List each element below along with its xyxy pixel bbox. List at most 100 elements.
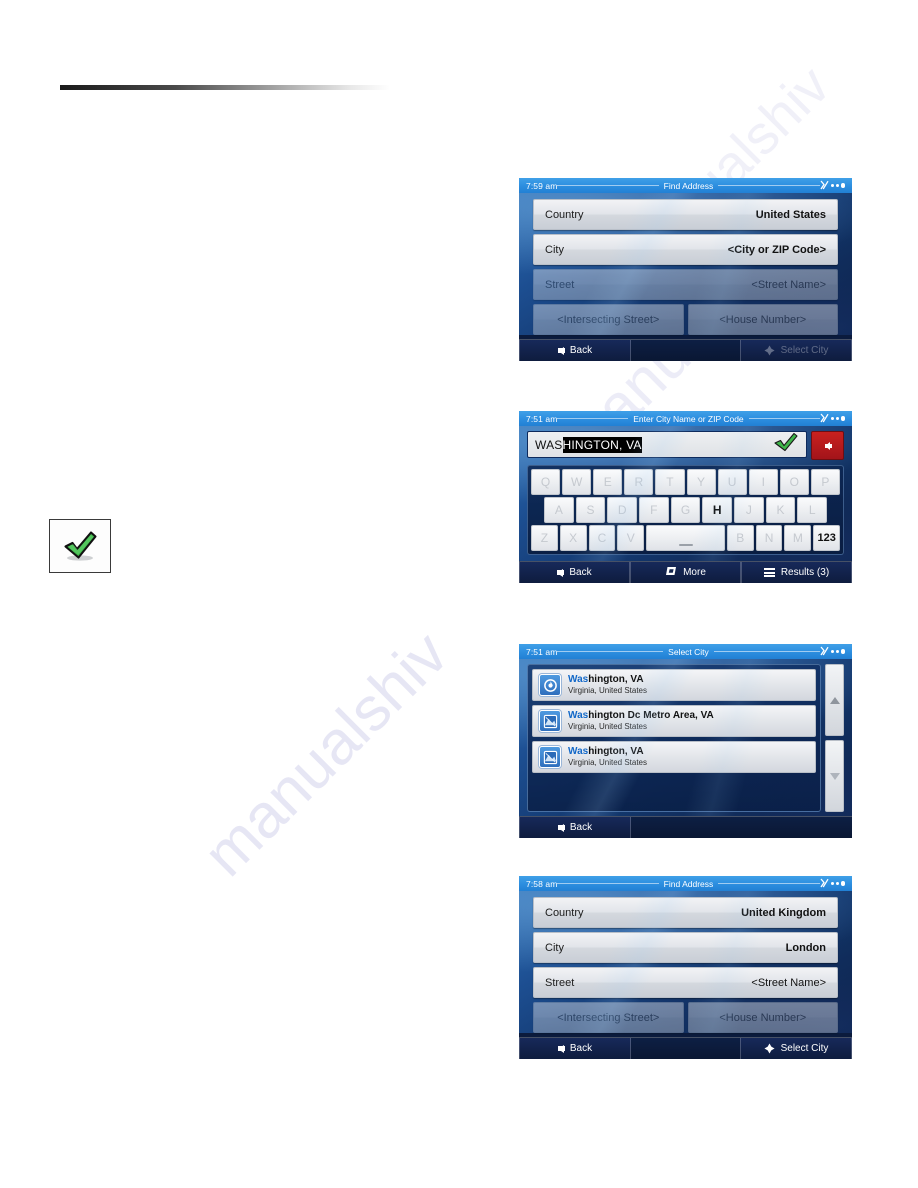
key-K[interactable]: K bbox=[765, 497, 796, 523]
match-highlight: Was bbox=[568, 709, 589, 721]
target-icon bbox=[764, 1043, 775, 1054]
key-E[interactable]: E bbox=[593, 469, 623, 495]
gps-screen-find-address-us: 7:59 am Find Address Country United Stat… bbox=[519, 178, 852, 361]
field-street: Street <Street Name> bbox=[533, 269, 838, 300]
key-V[interactable]: V bbox=[617, 525, 645, 551]
key-J[interactable]: J bbox=[734, 497, 764, 523]
battery-dot bbox=[840, 649, 845, 654]
bottom-bar-spacer bbox=[631, 817, 852, 838]
field-value: <Intersecting Street> bbox=[557, 1011, 660, 1024]
key-H[interactable]: H bbox=[702, 497, 733, 523]
list-item[interactable]: Washington Dc Metro Area, VA Virginia, U… bbox=[532, 705, 816, 737]
status-bar: 7:51 am Enter City Name or ZIP Code bbox=[519, 411, 852, 426]
field-label: Country bbox=[545, 906, 584, 919]
field-pair: <Intersecting Street> <House Number> bbox=[533, 1002, 838, 1033]
key-L[interactable]: L bbox=[797, 497, 828, 523]
key-T[interactable]: T bbox=[655, 469, 685, 495]
battery-dot bbox=[840, 416, 845, 421]
field-country[interactable]: Country United Kingdom bbox=[533, 897, 838, 928]
key-G[interactable]: G bbox=[670, 497, 701, 523]
battery-dot bbox=[830, 184, 834, 187]
field-label: City bbox=[545, 941, 564, 954]
key-Y[interactable]: Y bbox=[686, 469, 716, 495]
field-city[interactable]: City <City or ZIP Code> bbox=[533, 234, 838, 265]
confirm-check-icon[interactable] bbox=[773, 432, 799, 457]
title-rule-left bbox=[557, 883, 659, 884]
target-icon bbox=[764, 345, 775, 356]
scrollbar[interactable] bbox=[825, 664, 844, 812]
select-city-button-label: Select City bbox=[780, 345, 829, 356]
list-lines-icon bbox=[763, 568, 775, 577]
select-city-button[interactable]: Select City bbox=[740, 1038, 852, 1059]
battery-dot bbox=[835, 882, 839, 885]
title-rule-right bbox=[718, 185, 820, 186]
list-item[interactable]: Washington, VA Virginia, United States bbox=[532, 669, 816, 701]
key-numeric-toggle[interactable]: 123 bbox=[813, 525, 841, 551]
key-Q[interactable]: Q bbox=[531, 469, 561, 495]
key-D[interactable]: D bbox=[607, 497, 637, 523]
gps-screen-find-address-uk: 7:58 am Find Address Country United King… bbox=[519, 876, 852, 1059]
key-W[interactable]: W bbox=[562, 469, 592, 495]
key-U[interactable]: U bbox=[717, 469, 747, 495]
status-bar: 7:58 am Find Address bbox=[519, 876, 852, 891]
title-rule-right bbox=[713, 651, 820, 652]
screen-body: Country United States City <City or ZIP … bbox=[519, 193, 852, 335]
field-value: <City or ZIP Code> bbox=[727, 243, 826, 256]
scroll-up-button[interactable] bbox=[825, 664, 844, 736]
field-value: <House Number> bbox=[719, 1011, 807, 1024]
map-area-icon bbox=[539, 746, 561, 768]
back-button[interactable]: Back bbox=[519, 562, 630, 583]
back-button[interactable]: Back bbox=[519, 817, 631, 838]
key-P[interactable]: P bbox=[810, 469, 840, 495]
field-label: Street bbox=[545, 278, 575, 291]
clock-label: 7:58 am bbox=[526, 878, 558, 889]
battery-dot bbox=[835, 184, 839, 187]
key-Z[interactable]: Z bbox=[530, 525, 558, 551]
key-R[interactable]: R bbox=[624, 469, 654, 495]
search-input-row: WAS HINGTON, VA bbox=[527, 431, 844, 460]
field-country[interactable]: Country United States bbox=[533, 199, 838, 230]
key-A[interactable]: A bbox=[543, 497, 574, 523]
keyboard: Q W E R T Y U I O P A S D F G H J K L Z … bbox=[527, 465, 844, 555]
field-pair: <Intersecting Street> <House Number> bbox=[533, 304, 838, 335]
key-B[interactable]: B bbox=[726, 525, 754, 551]
list-item-subtitle: Virginia, United States bbox=[568, 758, 648, 768]
key-C[interactable]: C bbox=[588, 525, 616, 551]
back-button[interactable]: Back bbox=[519, 1038, 631, 1059]
bottom-bar: Back Select City bbox=[519, 339, 852, 361]
results-button[interactable]: Results (3) bbox=[741, 562, 852, 583]
key-O[interactable]: O bbox=[779, 469, 809, 495]
more-options-icon bbox=[665, 566, 677, 579]
backspace-button[interactable] bbox=[811, 431, 844, 460]
status-bar: 7:51 am Select City bbox=[519, 644, 852, 659]
more-button[interactable]: More bbox=[630, 562, 741, 583]
autocomplete-selection: HINGTON, VA bbox=[562, 436, 642, 453]
screen-title: Select City bbox=[668, 646, 709, 657]
select-city-button[interactable]: Select City bbox=[740, 340, 852, 361]
field-street[interactable]: Street <Street Name> bbox=[533, 967, 838, 998]
list-item[interactable]: Washington, VA Virginia, United States bbox=[532, 741, 816, 773]
city-search-input[interactable]: WAS HINGTON, VA bbox=[527, 431, 807, 458]
triangle-down-icon bbox=[829, 772, 840, 780]
back-button[interactable]: Back bbox=[519, 340, 631, 361]
city-center-icon bbox=[539, 674, 561, 696]
key-N[interactable]: N bbox=[755, 525, 783, 551]
key-S[interactable]: S bbox=[575, 497, 606, 523]
screen-body: Country United Kingdom City London Stree… bbox=[519, 891, 852, 1033]
key-M[interactable]: M bbox=[784, 525, 812, 551]
results-list: Washington, VA Virginia, United States W… bbox=[527, 664, 821, 812]
field-city[interactable]: City London bbox=[533, 932, 838, 963]
key-F[interactable]: F bbox=[639, 497, 669, 523]
key-X[interactable]: X bbox=[559, 525, 587, 551]
list-item-subtitle: Virginia, United States bbox=[568, 686, 648, 696]
back-button-label: Back bbox=[569, 345, 593, 356]
screen-title: Find Address bbox=[663, 180, 714, 191]
key-space[interactable] bbox=[646, 525, 725, 551]
scroll-down-button[interactable] bbox=[825, 740, 844, 812]
status-bar: 7:59 am Find Address bbox=[519, 178, 852, 193]
key-I[interactable]: I bbox=[748, 469, 778, 495]
bottom-bar: Back Select City bbox=[519, 1037, 852, 1059]
clock-label: 7:51 am bbox=[526, 646, 558, 657]
battery-dot bbox=[840, 881, 845, 886]
bottom-bar: Back More Results (3) bbox=[519, 561, 852, 583]
